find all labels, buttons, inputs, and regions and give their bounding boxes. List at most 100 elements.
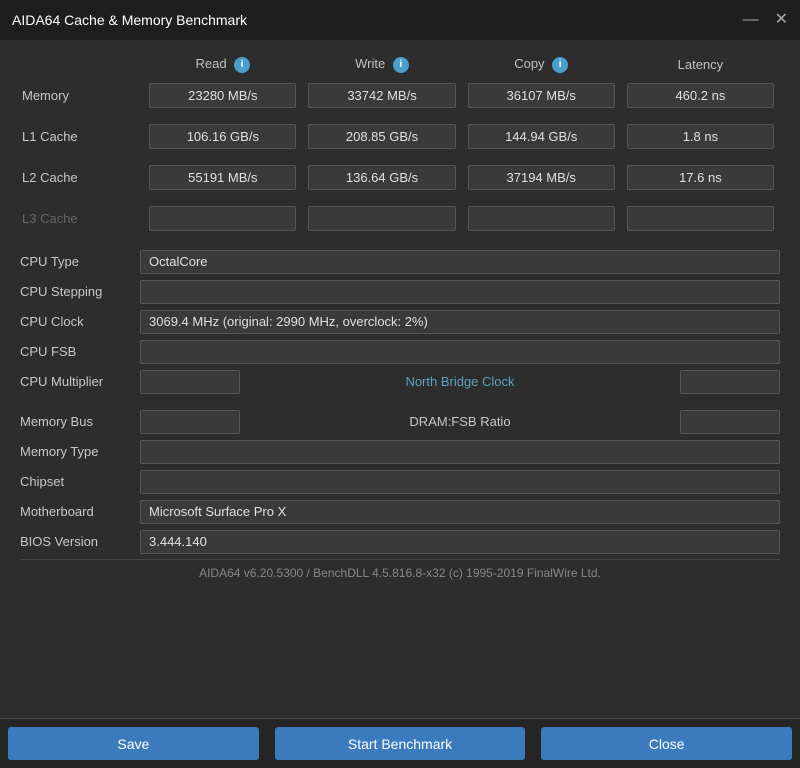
- titlebar: AIDA64 Cache & Memory Benchmark — ✕: [0, 0, 800, 40]
- bios-version-box: 3.444.140: [140, 530, 780, 554]
- value-box-read-2: 55191 MB/s: [149, 165, 296, 190]
- value-box-read-3: [149, 206, 296, 231]
- cpu-type-label: CPU Type: [20, 254, 140, 269]
- value-box-copy-2: 37194 MB/s: [468, 165, 615, 190]
- titlebar-controls: — ✕: [743, 12, 788, 28]
- value-box-copy-1: 144.94 GB/s: [468, 124, 615, 149]
- cpu-clock-box: 3069.4 MHz (original: 2990 MHz, overcloc…: [140, 310, 780, 334]
- value-box-copy-0: 36107 MB/s: [468, 83, 615, 108]
- row-read-0: 23280 MB/s: [143, 79, 302, 112]
- cpu-stepping-value-area: [140, 280, 780, 304]
- value-box-latency-1: 1.8 ns: [627, 124, 774, 149]
- value-box-write-1: 208.85 GB/s: [308, 124, 455, 149]
- spacer-row: [20, 112, 780, 120]
- write-info-icon[interactable]: i: [393, 57, 409, 73]
- chipset-box: [140, 470, 780, 494]
- row-latency-1: 1.8 ns: [621, 120, 780, 153]
- row-read-1: 106.16 GB/s: [143, 120, 302, 153]
- read-info-icon[interactable]: i: [234, 57, 250, 73]
- cpu-type-box: OctalCore: [140, 250, 780, 274]
- col-header-label: [20, 56, 143, 79]
- motherboard-label: Motherboard: [20, 504, 140, 519]
- bios-version-row: BIOS Version 3.444.140: [20, 529, 780, 555]
- row-latency-2: 17.6 ns: [621, 161, 780, 194]
- info-section: CPU Type OctalCore CPU Stepping CPU Cloc…: [20, 249, 780, 555]
- table-row: L2 Cache55191 MB/s 136.64 GB/s 37194 MB/s 1…: [20, 161, 780, 194]
- table-row: L1 Cache106.16 GB/s 208.85 GB/s 144.94 GB/…: [20, 120, 780, 153]
- benchmark-table: Read i Write i Copy i Latency: [20, 56, 780, 243]
- memory-bus-box: [140, 410, 240, 434]
- row-write-3: [302, 202, 461, 235]
- cpu-stepping-box: [140, 280, 780, 304]
- cpu-multiplier-row: CPU Multiplier North Bridge Clock: [20, 369, 780, 395]
- row-write-1: 208.85 GB/s: [302, 120, 461, 153]
- minimize-button[interactable]: —: [743, 12, 759, 28]
- main-content: Read i Write i Copy i Latency: [0, 40, 800, 718]
- bios-version-label: BIOS Version: [20, 534, 140, 549]
- memory-bus-label: Memory Bus: [20, 414, 140, 429]
- spacer-row: [20, 235, 780, 243]
- cpu-clock-row: CPU Clock 3069.4 MHz (original: 2990 MHz…: [20, 309, 780, 335]
- col-header-write: Write i: [302, 56, 461, 79]
- cpu-clock-label: CPU Clock: [20, 314, 140, 329]
- row-copy-1: 144.94 GB/s: [462, 120, 621, 153]
- close-button-bar[interactable]: Close: [541, 727, 792, 760]
- value-box-latency-0: 460.2 ns: [627, 83, 774, 108]
- row-read-2: 55191 MB/s: [143, 161, 302, 194]
- cpu-type-value-area: OctalCore: [140, 250, 780, 274]
- memory-type-row: Memory Type: [20, 439, 780, 465]
- memory-type-value-area: [140, 440, 780, 464]
- dram-fsb-box: [680, 410, 780, 434]
- cpu-fsb-box: [140, 340, 780, 364]
- cpu-multiplier-box: [140, 370, 240, 394]
- chipset-label: Chipset: [20, 474, 140, 489]
- save-button[interactable]: Save: [8, 727, 259, 760]
- north-bridge-box: [680, 370, 780, 394]
- main-window: AIDA64 Cache & Memory Benchmark — ✕ Read…: [0, 0, 800, 768]
- value-box-write-0: 33742 MB/s: [308, 83, 455, 108]
- col-header-copy: Copy i: [462, 56, 621, 79]
- chipset-value-area: [140, 470, 780, 494]
- cpu-stepping-row: CPU Stepping: [20, 279, 780, 305]
- footer-text: AIDA64 v6.20.5300 / BenchDLL 4.5.816.8-x…: [20, 559, 780, 584]
- col-header-latency: Latency: [621, 56, 780, 79]
- bios-version-value-area: 3.444.140: [140, 530, 780, 554]
- chipset-row: Chipset: [20, 469, 780, 495]
- dram-fsb-label: DRAM:FSB Ratio: [246, 414, 674, 429]
- row-write-2: 136.64 GB/s: [302, 161, 461, 194]
- row-latency-3: [621, 202, 780, 235]
- north-bridge-label: North Bridge Clock: [246, 374, 674, 389]
- start-benchmark-button[interactable]: Start Benchmark: [275, 727, 526, 760]
- row-latency-0: 460.2 ns: [621, 79, 780, 112]
- row-label-memory: Memory: [20, 79, 143, 112]
- row-label-l1cache: L1 Cache: [20, 120, 143, 153]
- memory-bus-value-area: DRAM:FSB Ratio: [140, 410, 780, 434]
- cpu-fsb-label: CPU FSB: [20, 344, 140, 359]
- cpu-multiplier-label: CPU Multiplier: [20, 374, 140, 389]
- row-label-l2cache: L2 Cache: [20, 161, 143, 194]
- cpu-clock-value-area: 3069.4 MHz (original: 2990 MHz, overcloc…: [140, 310, 780, 334]
- value-box-write-2: 136.64 GB/s: [308, 165, 455, 190]
- close-button[interactable]: ✕: [775, 12, 788, 28]
- row-write-0: 33742 MB/s: [302, 79, 461, 112]
- cpu-stepping-label: CPU Stepping: [20, 284, 140, 299]
- memory-type-label: Memory Type: [20, 444, 140, 459]
- window-title: AIDA64 Cache & Memory Benchmark: [12, 12, 247, 28]
- copy-info-icon[interactable]: i: [552, 57, 568, 73]
- motherboard-box: Microsoft Surface Pro X: [140, 500, 780, 524]
- col-header-read: Read i: [143, 56, 302, 79]
- memory-bus-row: Memory Bus DRAM:FSB Ratio: [20, 409, 780, 435]
- spacer-row: [20, 194, 780, 202]
- row-label-l3cache: L3 Cache: [20, 202, 143, 235]
- value-box-latency-2: 17.6 ns: [627, 165, 774, 190]
- cpu-type-row: CPU Type OctalCore: [20, 249, 780, 275]
- row-read-3: [143, 202, 302, 235]
- memory-type-box: [140, 440, 780, 464]
- motherboard-row: Motherboard Microsoft Surface Pro X: [20, 499, 780, 525]
- cpu-fsb-value-area: [140, 340, 780, 364]
- value-box-read-1: 106.16 GB/s: [149, 124, 296, 149]
- value-box-write-3: [308, 206, 455, 231]
- cpu-multiplier-value-area: North Bridge Clock: [140, 370, 780, 394]
- table-row: Memory23280 MB/s33742 MB/s 36107 MB/s 460.…: [20, 79, 780, 112]
- row-copy-2: 37194 MB/s: [462, 161, 621, 194]
